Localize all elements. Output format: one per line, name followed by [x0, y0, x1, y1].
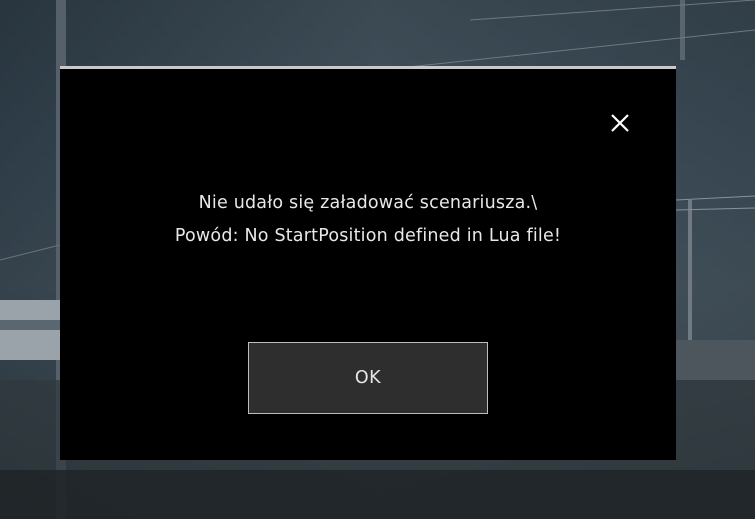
close-button[interactable]: [608, 111, 632, 135]
error-dialog: Nie udało się załadować scenariusza.\ Po…: [60, 66, 676, 460]
ok-button-label: OK: [354, 368, 382, 388]
close-icon: [611, 114, 629, 132]
error-message: Nie udało się załadować scenariusza.\ Po…: [60, 187, 676, 253]
ok-button[interactable]: OK: [248, 342, 488, 414]
error-message-line-1: Nie udało się załadować scenariusza.\: [198, 193, 538, 213]
error-message-line-2: Powód: No StartPosition defined in Lua f…: [174, 226, 562, 246]
